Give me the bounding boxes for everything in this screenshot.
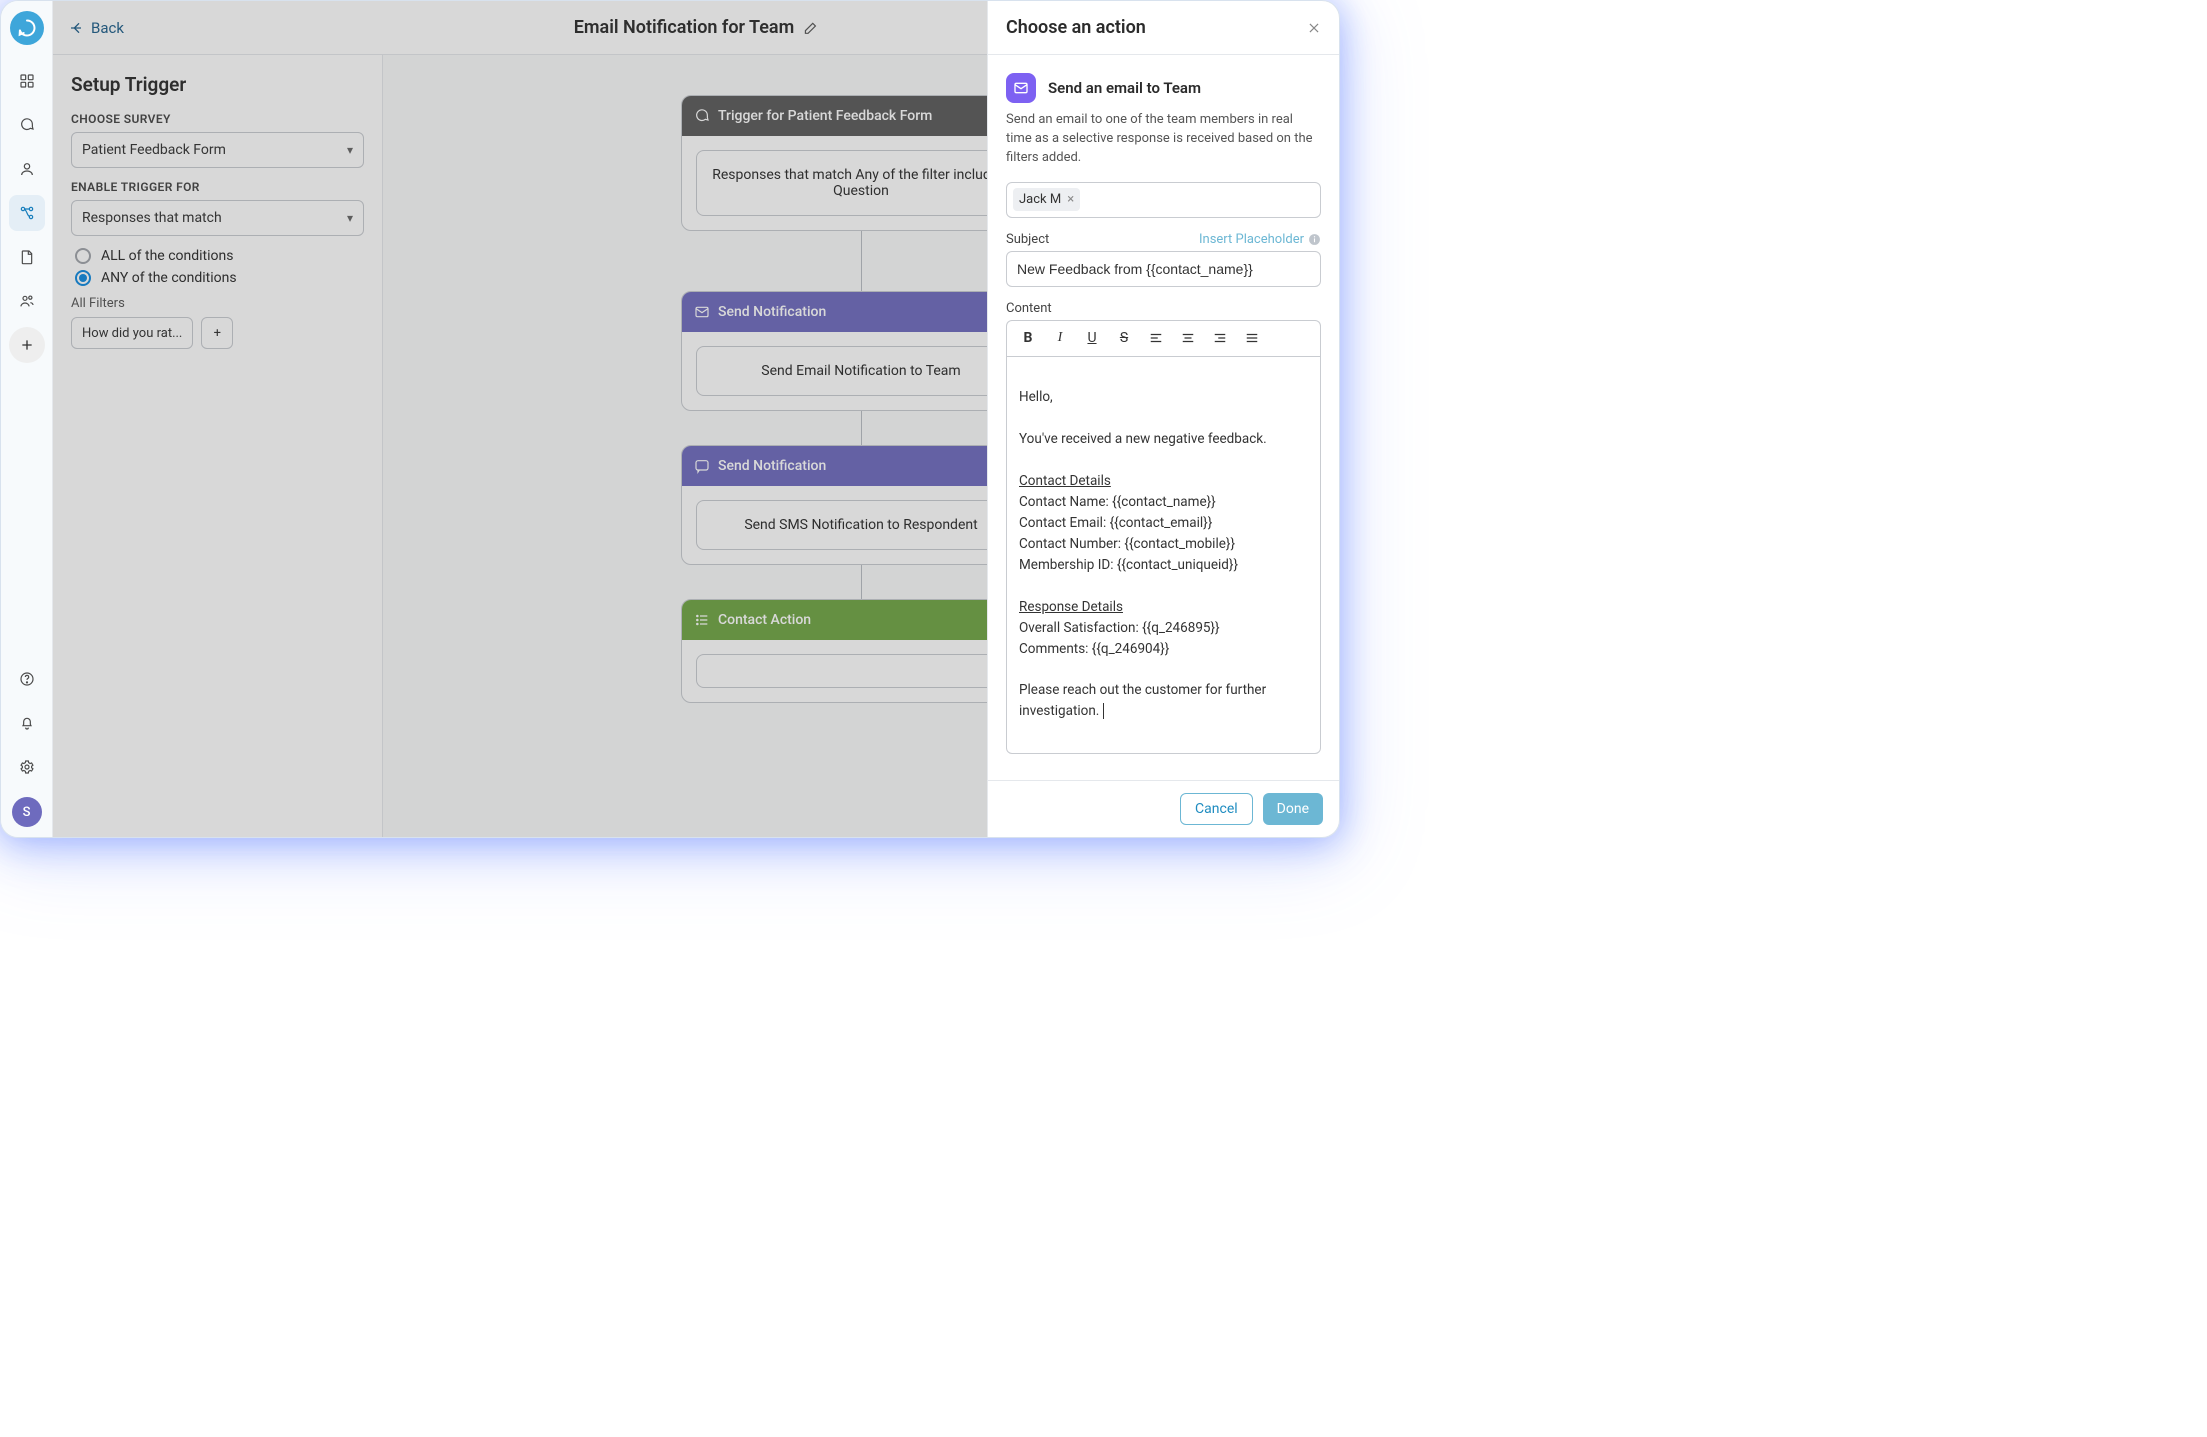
cancel-button[interactable]: Cancel <box>1180 793 1253 825</box>
radio-icon <box>75 248 91 264</box>
filters-label: All Filters <box>71 296 364 311</box>
recipient-tag: Jack M × <box>1013 188 1080 211</box>
content-editor[interactable]: Hello, You've received a new negative fe… <box>1006 356 1321 755</box>
help-icon[interactable] <box>9 661 45 697</box>
edit-icon[interactable] <box>802 20 818 36</box>
add-filter-button[interactable]: + <box>201 317 233 349</box>
sms-icon <box>694 458 710 474</box>
app-window: S Back Email Notification for Team Setup… <box>0 0 1340 838</box>
node-inner: Send Email Notification to Team <box>696 346 1026 396</box>
content-label: Content <box>1006 301 1321 316</box>
node-inner <box>696 654 1026 688</box>
bell-icon[interactable] <box>9 705 45 741</box>
rail-item-workflows[interactable] <box>9 195 45 231</box>
arrow-left-icon <box>69 20 85 36</box>
subject-input[interactable] <box>1006 251 1321 287</box>
drawer-title: Choose an action <box>1006 17 1146 38</box>
info-icon <box>1308 233 1321 246</box>
sidebar-title: Setup Trigger <box>71 73 364 96</box>
remove-tag-icon[interactable]: × <box>1067 192 1074 207</box>
strike-button[interactable]: S <box>1109 325 1139 351</box>
underline-button[interactable]: U <box>1077 325 1107 351</box>
node-inner: Responses that match Any of the filter i… <box>696 150 1026 216</box>
back-label: Back <box>91 19 124 37</box>
mail-icon <box>1006 73 1036 103</box>
app-logo[interactable] <box>10 11 44 45</box>
action-drawer: Choose an action Send an email to Team S… <box>987 1 1339 837</box>
choose-survey-label: CHOOSE SURVEY <box>71 112 364 126</box>
enable-select[interactable]: Responses that match ▾ <box>71 200 364 236</box>
bold-button[interactable]: B <box>1013 325 1043 351</box>
chevron-down-icon: ▾ <box>347 143 353 157</box>
align-center-button[interactable] <box>1173 325 1203 351</box>
rail-item-dashboard[interactable] <box>9 63 45 99</box>
list-icon <box>694 612 710 628</box>
rail-item-reports[interactable] <box>9 239 45 275</box>
editor-toolbar: B I U S <box>1006 320 1321 356</box>
align-right-button[interactable] <box>1205 325 1235 351</box>
align-left-button[interactable] <box>1141 325 1171 351</box>
chevron-down-icon: ▾ <box>347 211 353 225</box>
mail-icon <box>694 304 710 320</box>
rail-item-contacts[interactable] <box>9 151 45 187</box>
back-button[interactable]: Back <box>69 19 124 37</box>
setup-sidebar: Setup Trigger CHOOSE SURVEY Patient Feed… <box>53 55 383 837</box>
survey-select[interactable]: Patient Feedback Form ▾ <box>71 132 364 168</box>
gear-icon[interactable] <box>9 749 45 785</box>
nav-rail: S <box>1 1 53 837</box>
enable-label: ENABLE TRIGGER FOR <box>71 180 364 194</box>
filter-chip[interactable]: How did you rat... <box>71 317 193 349</box>
done-button[interactable]: Done <box>1263 793 1323 825</box>
rail-item-conversations[interactable] <box>9 107 45 143</box>
radio-all[interactable]: ALL of the conditions <box>75 248 364 264</box>
radio-any[interactable]: ANY of the conditions <box>75 270 364 286</box>
action-name: Send an email to Team <box>1048 79 1201 97</box>
recipients-input[interactable]: Jack M × <box>1006 182 1321 218</box>
close-icon[interactable] <box>1307 21 1321 35</box>
align-justify-button[interactable] <box>1237 325 1267 351</box>
chat-icon <box>694 108 710 124</box>
insert-placeholder-button[interactable]: Insert Placeholder <box>1199 232 1321 247</box>
radio-icon <box>75 270 91 286</box>
rail-item-add[interactable] <box>9 327 45 363</box>
page-title: Email Notification for Team <box>574 17 819 38</box>
subject-label: Subject <box>1006 232 1049 247</box>
node-inner: Send SMS Notification to Respondent <box>696 500 1026 550</box>
rail-item-audience[interactable] <box>9 283 45 319</box>
action-description: Send an email to one of the team members… <box>1006 111 1321 168</box>
italic-button[interactable]: I <box>1045 325 1075 351</box>
avatar[interactable]: S <box>12 797 42 827</box>
